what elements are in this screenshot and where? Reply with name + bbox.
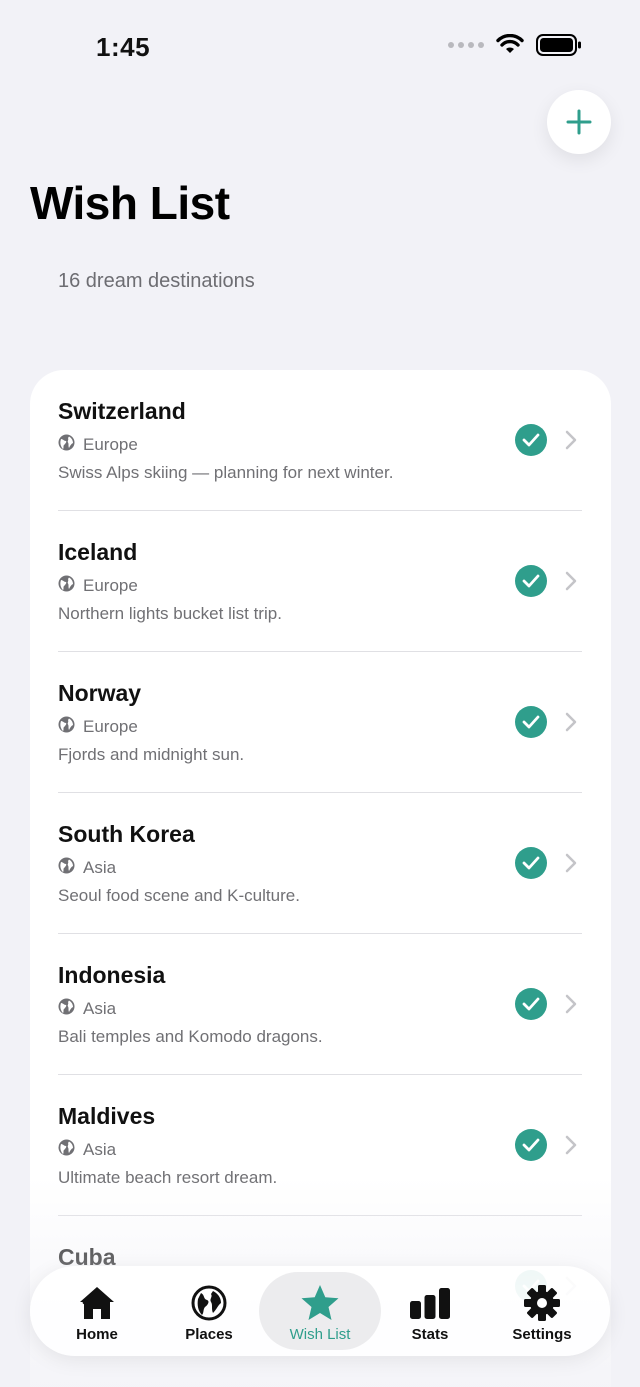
destination-note: Ultimate beach resort dream. xyxy=(58,1168,278,1187)
tab-wish-list-label: Wish List xyxy=(289,1326,351,1343)
checkmark-circle-icon[interactable] xyxy=(515,988,547,1020)
destination-name: Maldives xyxy=(58,1103,156,1129)
globe-icon xyxy=(191,1285,227,1321)
tab-places-label: Places xyxy=(185,1326,233,1343)
tab-home-label: Home xyxy=(76,1326,118,1343)
globe-asia-icon xyxy=(58,1139,75,1161)
house-icon xyxy=(80,1287,114,1319)
chevron-right-icon xyxy=(565,571,577,591)
tab-home[interactable]: Home xyxy=(36,1272,158,1350)
tab-settings-label: Settings xyxy=(512,1326,572,1343)
plus-icon xyxy=(566,109,592,135)
chevron-right-icon xyxy=(565,1135,577,1155)
destination-note: Northern lights bucket list trip. xyxy=(58,604,282,623)
destination-name: Switzerland xyxy=(58,398,186,424)
cellular-signal-icon xyxy=(448,42,484,48)
wifi-icon xyxy=(496,34,524,53)
tab-places[interactable]: Places xyxy=(148,1272,270,1350)
add-destination-button[interactable] xyxy=(547,90,611,154)
destination-name: Indonesia xyxy=(58,962,166,988)
region-label: Europe xyxy=(83,576,138,595)
destination-region: Asia xyxy=(58,857,116,879)
region-label: Europe xyxy=(83,717,138,736)
destination-count: 16 dream destinations xyxy=(58,270,255,292)
checkmark-circle-icon[interactable] xyxy=(515,847,547,879)
gear-icon xyxy=(524,1285,560,1321)
region-label: Asia xyxy=(83,999,117,1018)
destination-region: Europe xyxy=(58,575,138,597)
destination-region: Europe xyxy=(58,434,138,456)
battery-icon xyxy=(536,34,581,56)
destination-name: Iceland xyxy=(58,539,138,565)
destination-note: Seoul food scene and K-culture. xyxy=(58,886,300,905)
status-icons xyxy=(448,34,582,56)
tab-stats[interactable]: Stats xyxy=(369,1272,491,1350)
page-title: Wish List xyxy=(30,177,230,229)
chevron-right-icon xyxy=(565,853,577,873)
tab-stats-label: Stats xyxy=(411,1326,449,1343)
destination-region: Europe xyxy=(58,716,138,738)
wish-list: Switzerland Europe Swiss Alps skiing — pla… xyxy=(30,370,611,1387)
destination-region: Asia xyxy=(58,998,116,1020)
list-item[interactable]: Norway Europe Fjords and midnight sun. xyxy=(30,652,611,793)
status-time: 1:45 xyxy=(96,32,151,62)
chevron-right-icon xyxy=(565,430,577,450)
region-label: Asia xyxy=(83,1140,117,1159)
region-label: Asia xyxy=(83,858,117,877)
bar-chart-icon xyxy=(410,1288,450,1319)
destination-note: Fjords and midnight sun. xyxy=(58,745,245,764)
destination-note: Bali temples and Komodo dragons. xyxy=(58,1027,323,1046)
destination-region: Asia xyxy=(58,1139,116,1161)
globe-europe-icon xyxy=(58,716,75,738)
chevron-right-icon xyxy=(565,712,577,732)
checkmark-circle-icon[interactable] xyxy=(515,706,547,738)
list-item[interactable]: Indonesia Asia Bali temples and Komodo dra… xyxy=(30,934,611,1075)
checkmark-circle-icon[interactable] xyxy=(515,1129,547,1161)
tab-settings[interactable]: Settings xyxy=(481,1272,603,1350)
globe-asia-icon xyxy=(58,857,75,879)
region-label: Europe xyxy=(83,435,138,454)
status-bar: 1:45 xyxy=(0,0,640,96)
list-item[interactable]: Switzerland Europe Swiss Alps skiing — pla… xyxy=(30,370,611,511)
tab-wish-list[interactable]: Wish List xyxy=(259,1272,381,1350)
chevron-right-icon xyxy=(565,994,577,1014)
checkmark-circle-icon[interactable] xyxy=(515,565,547,597)
list-item[interactable]: South Korea Asia Seoul food scene and K-cu… xyxy=(30,793,611,934)
list-item[interactable]: Maldives Asia Ultimate beach resort dream. xyxy=(30,1075,611,1216)
star-icon xyxy=(301,1285,339,1320)
list-item[interactable]: Iceland Europe Northern lights bucket list… xyxy=(30,511,611,652)
globe-asia-icon xyxy=(58,998,75,1020)
destination-name: Norway xyxy=(58,680,142,706)
checkmark-circle-icon[interactable] xyxy=(515,424,547,456)
globe-europe-icon xyxy=(58,434,75,456)
destination-note: Swiss Alps skiing — planning for next wi… xyxy=(58,463,394,482)
tab-bar: Home Places Wish List Stats Settings xyxy=(30,1266,610,1356)
destination-name: South Korea xyxy=(58,821,195,847)
globe-europe-icon xyxy=(58,575,75,597)
